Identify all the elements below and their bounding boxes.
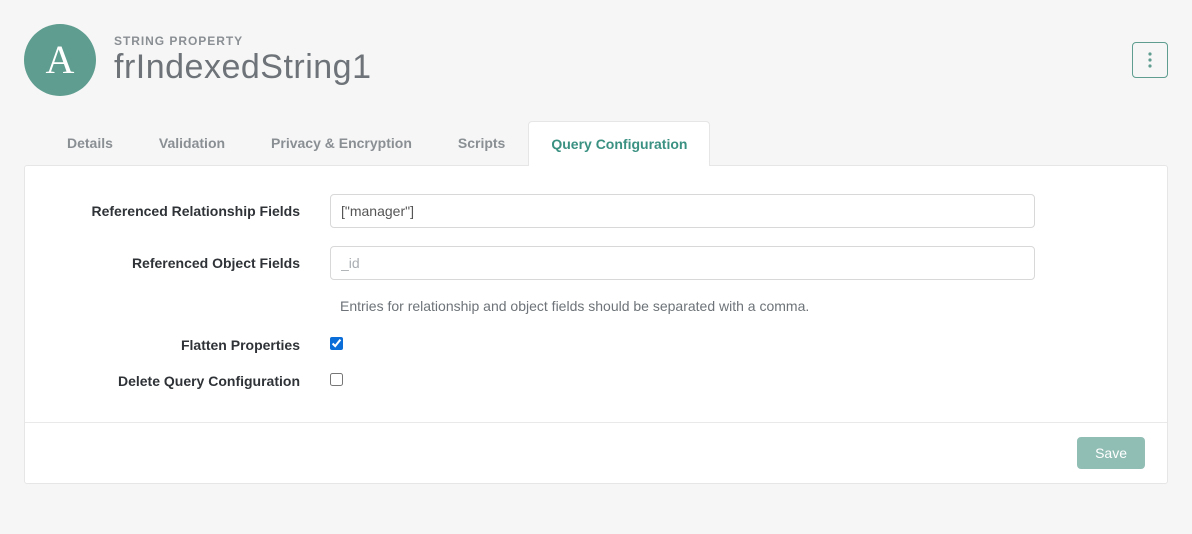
- vertical-ellipsis-icon: [1148, 52, 1152, 68]
- label-referenced-object-fields: Referenced Object Fields: [65, 255, 330, 271]
- tab-query-configuration[interactable]: Query Configuration: [528, 121, 710, 166]
- row-flatten-properties: Flatten Properties: [65, 336, 1127, 354]
- title-block: A STRING PROPERTY frIndexedString1: [24, 24, 372, 96]
- row-help: Entries for relationship and object fiel…: [65, 298, 1127, 314]
- input-referenced-object-fields[interactable]: [330, 246, 1035, 280]
- checkbox-flatten-properties[interactable]: [330, 337, 343, 350]
- tab-details[interactable]: Details: [44, 120, 136, 165]
- row-delete-query-configuration: Delete Query Configuration: [65, 372, 1127, 390]
- more-actions-button[interactable]: [1132, 42, 1168, 78]
- page-title: frIndexedString1: [114, 48, 372, 87]
- tabs: Details Validation Privacy & Encryption …: [24, 120, 1168, 165]
- control-delete-query-configuration: [330, 372, 1035, 390]
- panel-body: Referenced Relationship Fields Reference…: [25, 166, 1167, 422]
- help-spacer: [65, 298, 330, 314]
- tab-scripts[interactable]: Scripts: [435, 120, 528, 165]
- control-referenced-object-fields: [330, 246, 1035, 280]
- title-text: STRING PROPERTY frIndexedString1: [114, 34, 372, 87]
- avatar: A: [24, 24, 96, 96]
- label-flatten-properties: Flatten Properties: [65, 337, 330, 353]
- page-header: A STRING PROPERTY frIndexedString1: [24, 24, 1168, 96]
- control-flatten-properties: [330, 336, 1035, 354]
- overline: STRING PROPERTY: [114, 34, 372, 48]
- checkbox-delete-query-configuration[interactable]: [330, 373, 343, 386]
- panel-footer: Save: [25, 422, 1167, 483]
- panel-query-configuration: Referenced Relationship Fields Reference…: [24, 165, 1168, 484]
- avatar-letter: A: [46, 40, 75, 80]
- input-referenced-relationship-fields[interactable]: [330, 194, 1035, 228]
- tab-validation[interactable]: Validation: [136, 120, 248, 165]
- tab-privacy-encryption[interactable]: Privacy & Encryption: [248, 120, 435, 165]
- label-referenced-relationship-fields: Referenced Relationship Fields: [65, 203, 330, 219]
- control-referenced-relationship-fields: [330, 194, 1035, 228]
- row-referenced-object-fields: Referenced Object Fields: [65, 246, 1127, 280]
- help-text: Entries for relationship and object fiel…: [330, 298, 1035, 314]
- save-button[interactable]: Save: [1077, 437, 1145, 469]
- label-delete-query-configuration: Delete Query Configuration: [65, 373, 330, 389]
- row-referenced-relationship-fields: Referenced Relationship Fields: [65, 194, 1127, 228]
